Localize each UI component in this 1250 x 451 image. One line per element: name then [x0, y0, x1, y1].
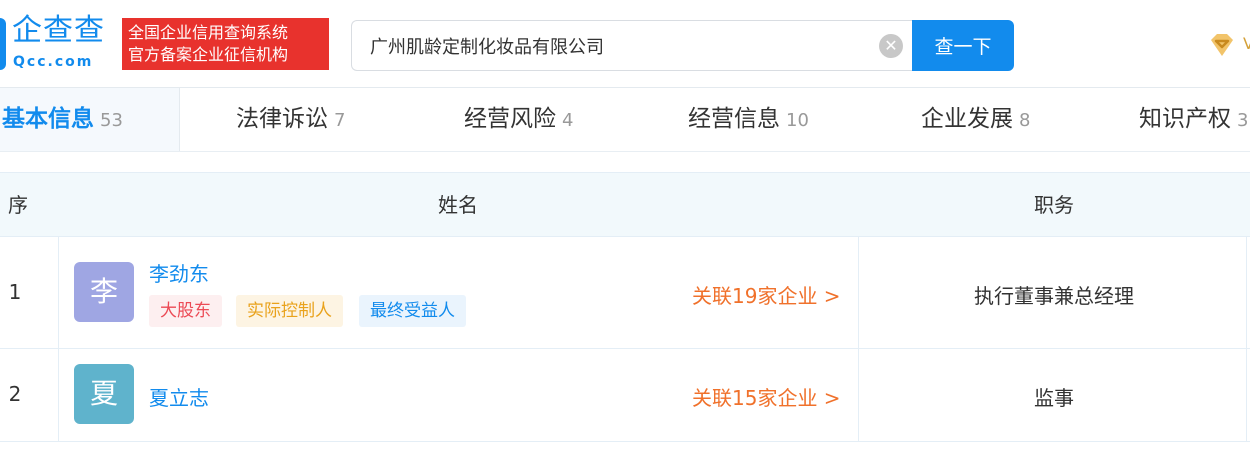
tab-operation[interactable]: 经营信息 10	[688, 88, 809, 151]
search-box: ✕	[351, 20, 913, 71]
row-index: 2	[8, 382, 22, 406]
tag-ultimate-beneficiary[interactable]: 最终受益人	[359, 295, 466, 327]
top-header: 企查查 Qcc.com 全国企业信用查询系统 官方备案企业征信机构 ✕ 查一下 …	[0, 0, 1250, 88]
clear-icon[interactable]: ✕	[879, 34, 903, 58]
table-row: 2 夏 夏立志 关联15家企业 > 监事	[0, 349, 1250, 442]
cert-line-2: 官方备案企业征信机构	[128, 45, 289, 64]
tab-count: 7	[334, 110, 346, 131]
tab-label: 经营信息	[688, 106, 780, 132]
tab-count: 10	[786, 110, 809, 131]
search-input[interactable]	[370, 21, 870, 70]
position-text: 执行董事兼总经理	[974, 284, 1134, 308]
tab-risk[interactable]: 经营风险 4	[464, 88, 573, 151]
avatar[interactable]: 夏	[74, 364, 134, 424]
header-position: 职务	[1034, 193, 1074, 217]
diamond-icon[interactable]	[1207, 32, 1237, 58]
tab-count: 8	[1019, 110, 1031, 131]
header-index: 序号	[8, 193, 28, 281]
tab-count: 53	[100, 110, 123, 131]
person-name-link[interactable]: 李劲东	[149, 258, 209, 287]
search-button[interactable]: 查一下	[912, 20, 1014, 71]
logo-domain[interactable]: Qcc.com	[13, 54, 93, 70]
vip-label[interactable]: V	[1243, 36, 1250, 52]
related-companies-link[interactable]: 关联15家企业 >	[692, 382, 841, 411]
tab-count: 4	[562, 110, 574, 131]
tab-label: 基本信息	[2, 106, 94, 132]
tag-actual-controller[interactable]: 实际控制人	[236, 295, 343, 327]
table-header: 序号 姓名 职务	[0, 172, 1250, 281]
tag-major-shareholder[interactable]: 大股东	[149, 295, 222, 327]
related-companies-link[interactable]: 关联19家企业 >	[692, 280, 841, 309]
table-row: 1 李 李劲东 大股东 实际控制人 最终受益人 关联19家企业 > 执行董事兼总…	[0, 237, 1250, 349]
tab-development[interactable]: 企业发展 8	[921, 88, 1030, 151]
section-tabs: 基本信息 53 法律诉讼 7 经营风险 4 经营信息 10 企业发展 8 知识产权 3	[0, 88, 1250, 152]
certification-badge: 全国企业信用查询系统 官方备案企业征信机构	[122, 18, 329, 70]
tab-basic-info[interactable]: 基本信息 53	[2, 88, 123, 151]
cert-line-1: 全国企业信用查询系统	[128, 23, 289, 42]
tab-count: 3	[1237, 110, 1249, 131]
tab-label: 知识产权	[1139, 106, 1231, 132]
avatar[interactable]: 李	[74, 262, 134, 322]
tab-ip[interactable]: 知识产权 3	[1139, 88, 1248, 151]
row-index: 1	[8, 280, 22, 304]
column-divider	[858, 349, 859, 441]
tab-legal[interactable]: 法律诉讼 7	[236, 88, 345, 151]
tab-label: 法律诉讼	[236, 106, 328, 132]
column-divider	[58, 349, 59, 441]
position-text: 监事	[1034, 386, 1074, 410]
logo-text[interactable]: 企查查	[12, 14, 105, 48]
tab-label: 经营风险	[464, 106, 556, 132]
column-divider	[858, 237, 859, 348]
tab-label: 企业发展	[921, 106, 1013, 132]
logo-mark[interactable]	[0, 18, 6, 70]
header-name: 姓名	[438, 193, 478, 217]
person-name-link[interactable]: 夏立志	[149, 382, 209, 411]
column-divider	[58, 237, 59, 348]
